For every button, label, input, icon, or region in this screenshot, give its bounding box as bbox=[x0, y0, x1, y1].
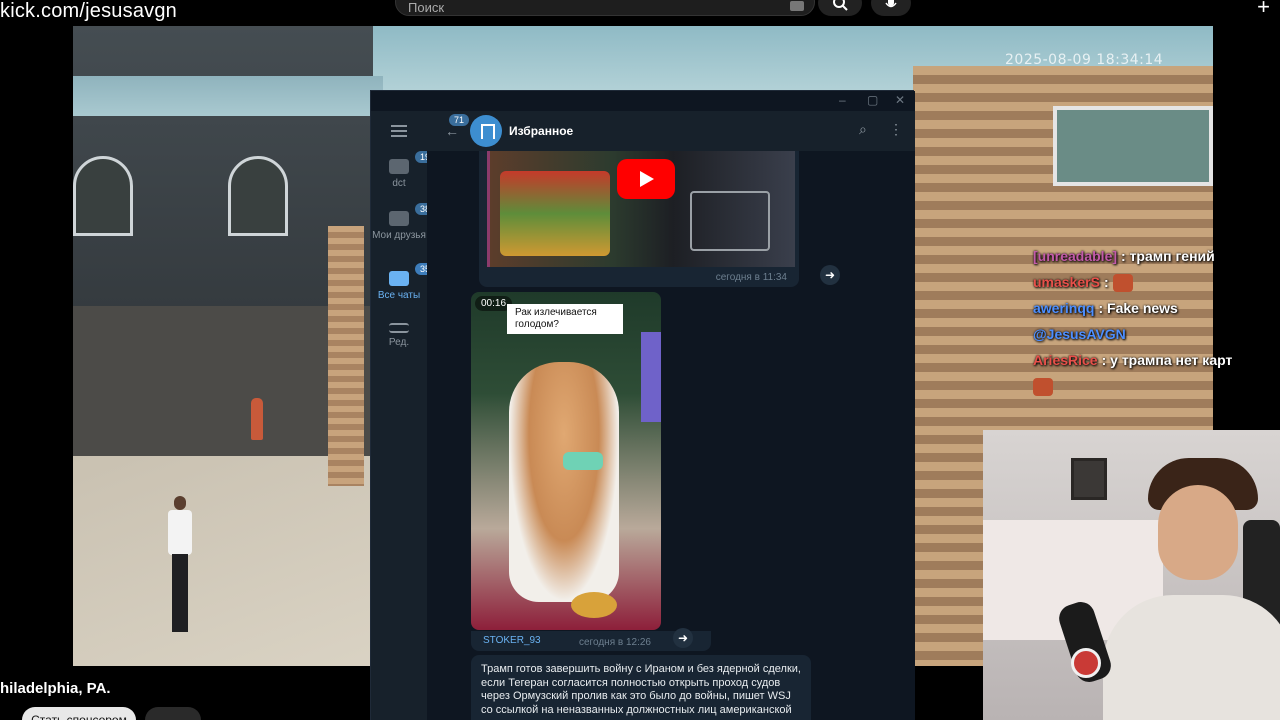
folder-all-chats[interactable]: 357 Все чаты bbox=[371, 263, 441, 301]
message-time: сегодня в 12:26 bbox=[579, 637, 651, 648]
subscribe-button[interactable]: Стать спонсором bbox=[22, 707, 136, 720]
saved-messages-icon[interactable] bbox=[470, 115, 502, 147]
message-youtube[interactable]: сегодня в 11:34 bbox=[479, 151, 799, 287]
emote-icon bbox=[1033, 378, 1053, 397]
screen: kick.com/jesusavgn Поиск + 2025-08-09 18… bbox=[0, 0, 1280, 720]
video-window bbox=[228, 156, 288, 236]
video-person bbox=[165, 496, 195, 636]
chat-username: @JesusAVGN bbox=[1033, 326, 1126, 342]
video-author[interactable]: STOKER_93 bbox=[483, 635, 541, 646]
empty-cart-image bbox=[690, 191, 770, 251]
chat-message: [unreadable]: трамп гений bbox=[1033, 243, 1273, 269]
video-pillar bbox=[328, 226, 364, 486]
fire-hydrant bbox=[251, 398, 263, 440]
search-placeholder: Поиск bbox=[408, 0, 445, 15]
chat-message: AriesRice: у трампа нет карт bbox=[1033, 347, 1273, 373]
keyboard-icon[interactable] bbox=[790, 1, 804, 11]
maximize-icon[interactable]: ▢ bbox=[867, 93, 878, 107]
folder-label: dct bbox=[392, 178, 406, 189]
cat-image bbox=[509, 362, 619, 602]
search-icon[interactable]: ⌕ bbox=[859, 121, 867, 138]
search-input[interactable]: Поиск bbox=[395, 0, 815, 16]
mic-logo bbox=[1071, 648, 1101, 678]
cam-picture-frame bbox=[1071, 458, 1107, 500]
folder-label: Мои друзья bbox=[372, 230, 426, 241]
chat-username: AriesRice bbox=[1033, 352, 1098, 368]
stream-location: hiladelphia, PA. bbox=[0, 680, 111, 697]
forward-icon[interactable]: ➜ bbox=[820, 265, 840, 285]
chat-username: awerinqq bbox=[1033, 300, 1095, 316]
folder-dct[interactable]: 193 dct bbox=[371, 151, 441, 189]
more-vertical-icon[interactable]: ⋮ bbox=[889, 121, 903, 138]
forward-icon[interactable]: ➜ bbox=[673, 628, 693, 648]
chat-username: umaskerS bbox=[1033, 274, 1100, 290]
youtube-thumbnail[interactable] bbox=[487, 151, 795, 267]
chat-message bbox=[1033, 373, 1273, 399]
voice-search-button[interactable] bbox=[871, 0, 911, 16]
cam-face bbox=[1158, 485, 1238, 580]
microphone-icon bbox=[885, 0, 897, 8]
chat-text: : Fake news bbox=[1098, 300, 1178, 316]
video-background-light bbox=[641, 332, 661, 422]
chat-message: @JesusAVGN bbox=[1033, 321, 1273, 347]
folder-edit[interactable]: Ред. bbox=[371, 323, 427, 348]
chat-message: umaskerS: bbox=[1033, 269, 1273, 295]
search-button[interactable] bbox=[818, 0, 862, 16]
minimize-icon[interactable]: – bbox=[839, 93, 846, 107]
message-time: сегодня в 11:34 bbox=[715, 272, 787, 283]
chat-overlay: [unreadable]: трамп гений umaskerS: awer… bbox=[1033, 243, 1273, 399]
streamer-webcam bbox=[983, 430, 1280, 720]
browser-url[interactable]: kick.com/jesusavgn bbox=[0, 0, 177, 23]
chat-message: awerinqq: Fake news bbox=[1033, 295, 1273, 321]
chat-text: : у трампа нет карт bbox=[1101, 352, 1233, 368]
message-text[interactable]: Трамп готов завершить войну с Ираном и б… bbox=[471, 655, 811, 720]
chat-bubble-icon: 357 bbox=[389, 263, 441, 286]
telegram-window[interactable]: – ▢ ✕ 193 dct 38 Мои друзья 357 Все чаты… bbox=[370, 90, 915, 720]
chat-title[interactable]: Избранное bbox=[509, 124, 573, 138]
message-list[interactable]: сегодня в 11:34 ➜ 00:16 Рак излечивается… bbox=[427, 151, 915, 720]
viewer-button[interactable] bbox=[145, 707, 201, 720]
chat-text: : bbox=[1103, 274, 1109, 290]
video-window bbox=[73, 156, 133, 236]
play-icon bbox=[617, 159, 675, 199]
folder-label: Все чаты bbox=[377, 290, 421, 301]
cam-body bbox=[1103, 595, 1280, 720]
menu-icon[interactable] bbox=[391, 125, 407, 140]
unread-badge: 71 bbox=[449, 114, 470, 126]
search-icon bbox=[833, 0, 848, 11]
bow-tie-image bbox=[563, 452, 603, 470]
video-sidewalk bbox=[73, 456, 393, 666]
video-window-right bbox=[1053, 106, 1213, 186]
button-image bbox=[571, 592, 617, 618]
window-titlebar[interactable]: – ▢ ✕ bbox=[371, 91, 915, 111]
chat-text: : трамп гений bbox=[1121, 248, 1215, 264]
video-message[interactable]: 00:16 Рак излечивается голодом? bbox=[471, 292, 661, 630]
folder-label: Ред. bbox=[388, 337, 410, 348]
video-roof bbox=[73, 76, 383, 116]
chat-header: ← 71 Избранное ⌕ ⋮ bbox=[427, 111, 915, 151]
chat-username: [unreadable] bbox=[1033, 248, 1118, 264]
plus-icon[interactable]: + bbox=[1257, 0, 1270, 20]
folder-sidebar: 193 dct 38 Мои друзья 357 Все чаты Ред. bbox=[371, 111, 441, 720]
grocery-cart-image bbox=[500, 171, 610, 256]
sliders-icon bbox=[389, 323, 409, 333]
camera-timestamp: 2025-08-09 18:34:14 bbox=[1005, 52, 1164, 68]
emote-icon bbox=[1112, 274, 1133, 293]
folder-icon: 193 bbox=[389, 151, 441, 174]
folder-icon: 38 bbox=[389, 203, 436, 226]
folder-my-friends[interactable]: 38 Мои друзья bbox=[371, 203, 436, 241]
close-icon[interactable]: ✕ bbox=[895, 93, 905, 107]
video-caption: Рак излечивается голодом? bbox=[507, 304, 623, 334]
